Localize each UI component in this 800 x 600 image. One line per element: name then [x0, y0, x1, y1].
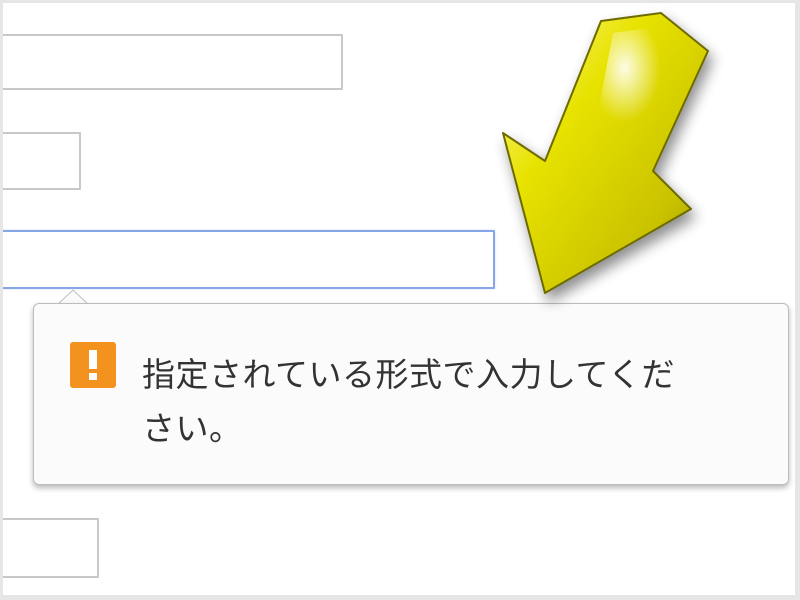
exclamation-icon	[70, 342, 116, 388]
text-input-4[interactable]	[3, 518, 99, 578]
text-input-1[interactable]	[3, 34, 343, 90]
validation-tooltip: 指定されている形式で入力してください。	[33, 303, 789, 485]
text-input-2[interactable]	[3, 132, 81, 190]
text-input-focused[interactable]	[3, 230, 495, 289]
screenshot-frame: 指定されている形式で入力してください。	[3, 3, 795, 595]
arrow-icon	[502, 12, 709, 294]
validation-message: 指定されている形式で入力してください。	[142, 355, 676, 448]
